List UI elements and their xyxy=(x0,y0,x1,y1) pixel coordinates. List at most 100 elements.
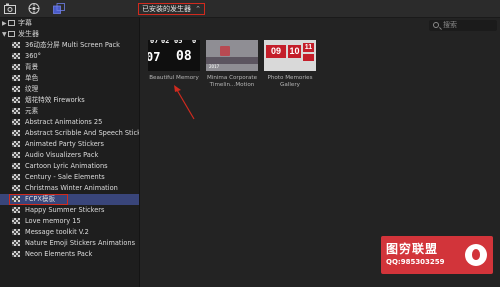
sidebar-item-selected[interactable]: FCPX模板 xyxy=(0,194,139,205)
caption-line: Timelin...Motion xyxy=(209,82,255,88)
sidebar-item[interactable]: 元素 xyxy=(0,106,139,117)
thumb-year: 2017 xyxy=(209,64,220,69)
section-titles[interactable]: ▶ 字幕 xyxy=(0,18,139,29)
thumbnail-beautiful-memory[interactable]: 07 02 05 0 07 08 xyxy=(148,40,200,71)
sidebar-item[interactable]: Abstract Animations 25 xyxy=(0,117,139,128)
sidebar-item[interactable]: Happy Summer Stickers xyxy=(0,205,139,216)
generator-icon xyxy=(12,174,20,180)
sidebar-item-label: 背景 xyxy=(25,63,39,71)
sidebar: ▶ 字幕 ▼ 发生器 36动态分屏 Multi Screen Pack 360° 背… xyxy=(0,18,140,287)
thumbnail-minima-corporate[interactable]: 2017 xyxy=(206,40,258,71)
watermark: 图穷联盟 QQ:985303259 xyxy=(381,236,493,274)
sidebar-item[interactable]: Abstract Scribble And Speech Stickers xyxy=(0,128,139,139)
section-generators[interactable]: ▼ 发生器 xyxy=(0,29,139,40)
generator-icon xyxy=(12,97,20,103)
sidebar-item-label: Neon Elements Pack xyxy=(25,250,93,258)
sidebar-item-label: 36动态分屏 Multi Screen Pack xyxy=(25,41,121,49)
dropdown-label: 已安装的发生器 xyxy=(142,5,191,13)
sidebar-item-label: 烟花特效 Fireworks xyxy=(25,96,85,104)
generator-icon xyxy=(12,240,20,246)
thumb-mark xyxy=(220,46,230,56)
titles-generators-icon[interactable] xyxy=(28,3,40,14)
sidebar-item[interactable]: 360° xyxy=(0,51,139,62)
sidebar-item[interactable]: Cartoon Lyric Animations xyxy=(0,161,139,172)
highlight-box xyxy=(9,194,68,205)
sidebar-item[interactable]: 烟花特效 Fireworks xyxy=(0,95,139,106)
flame-logo-icon xyxy=(465,244,487,266)
watermark-title: 图穷联盟 xyxy=(386,242,439,256)
sidebar-item-label: 单色 xyxy=(25,74,39,82)
sidebar-item-label: Cartoon Lyric Animations xyxy=(25,162,108,170)
sidebar-item[interactable]: 纹理 xyxy=(0,84,139,95)
sidebar-item-label: Message toolkit V.2 xyxy=(25,228,89,236)
sidebar-item-label: Abstract Animations 25 xyxy=(25,118,103,126)
sidebar-item-label: 纹理 xyxy=(25,85,39,93)
generator-filter-dropdown[interactable]: 已安装的发生器 ⌃ xyxy=(138,3,205,15)
search-field[interactable]: 搜索 xyxy=(429,20,497,31)
generator-icon xyxy=(12,152,20,158)
effects-browser-icon[interactable] xyxy=(53,3,65,14)
sidebar-item[interactable]: Neon Elements Pack xyxy=(0,249,139,260)
sidebar-item-label: Century - Sale Elements xyxy=(25,173,105,181)
generator-icon xyxy=(12,163,20,169)
generator-icon xyxy=(12,75,20,81)
generator-icon xyxy=(12,108,20,114)
sidebar-item-label: Happy Summer Stickers xyxy=(25,206,105,214)
sidebar-item[interactable]: Animated Party Stickers xyxy=(0,139,139,150)
section-label: 字幕 xyxy=(18,19,32,27)
generator-icon xyxy=(12,251,20,257)
thumb-number: 08 xyxy=(176,49,192,64)
generator-icon xyxy=(12,53,20,59)
sidebar-item-label: Love memory 15 xyxy=(25,217,81,225)
thumb-number: 0 xyxy=(192,40,197,45)
thumb-caption: Photo Memories Gallery xyxy=(260,75,320,89)
search-placeholder: 搜索 xyxy=(443,21,457,29)
sidebar-item-label: Abstract Scribble And Speech Stickers xyxy=(25,129,140,137)
generator-icon xyxy=(12,130,20,136)
sidebar-item-label: Christmas Winter Animation xyxy=(25,184,118,192)
sidebar-item[interactable]: 单色 xyxy=(0,73,139,84)
thumb-number: 05 xyxy=(174,40,183,45)
browser-toolbar: 已安装的发生器 ⌃ xyxy=(0,0,500,18)
thumb-block xyxy=(303,54,314,61)
section-label: 发生器 xyxy=(18,30,39,38)
media-browser-icon[interactable] xyxy=(4,3,16,14)
sidebar-item[interactable]: Love memory 15 xyxy=(0,216,139,227)
generator-icon xyxy=(12,185,20,191)
generator-icon xyxy=(12,207,20,213)
watermark-subtitle: QQ:985303259 xyxy=(386,258,445,266)
sidebar-item-label: Audio Visualizers Pack xyxy=(25,151,99,159)
search-icon xyxy=(433,22,439,28)
thumbnail-photo-memories[interactable]: 09 10 11 xyxy=(264,40,316,71)
sidebar-item[interactable]: Christmas Winter Animation xyxy=(0,183,139,194)
thumb-caption: Minima Corporate Timelin...Motion xyxy=(202,75,262,89)
caption-line: Beautiful Memory xyxy=(149,75,199,81)
sidebar-item-label: Nature Emoji Stickers Animations xyxy=(25,239,136,247)
sidebar-item[interactable]: Century - Sale Elements xyxy=(0,172,139,183)
generator-icon xyxy=(12,64,20,70)
thumb-band xyxy=(206,57,258,64)
chevron-updown-icon: ⌃ xyxy=(195,5,201,13)
sidebar-item[interactable]: Nature Emoji Stickers Animations xyxy=(0,238,139,249)
sidebar-item-label: 元素 xyxy=(25,107,39,115)
sidebar-item-label: 360° xyxy=(25,52,41,60)
thumb-number: 07 xyxy=(148,50,161,64)
caption-line: Minima Corporate xyxy=(206,75,258,81)
sidebar-item[interactable]: Message toolkit V.2 xyxy=(0,227,139,238)
caption-line: Gallery xyxy=(280,82,300,88)
generator-icon xyxy=(12,229,20,235)
sidebar-item[interactable]: 背景 xyxy=(0,62,139,73)
folder-icon xyxy=(8,31,15,37)
thumb-number: 02 xyxy=(161,40,170,45)
sidebar-item-label: Animated Party Stickers xyxy=(25,140,104,148)
folder-icon xyxy=(8,20,15,26)
thumb-caption: Beautiful Memory xyxy=(144,75,204,82)
generator-icon xyxy=(12,218,20,224)
generator-icon xyxy=(12,119,20,125)
thumb-number: 11 xyxy=(303,43,314,52)
sidebar-item[interactable]: Audio Visualizers Pack xyxy=(0,150,139,161)
sidebar-item[interactable]: 36动态分屏 Multi Screen Pack xyxy=(0,40,139,51)
thumb-number: 10 xyxy=(288,45,301,58)
caption-line: Photo Memories xyxy=(267,75,313,81)
generator-icon xyxy=(12,42,20,48)
